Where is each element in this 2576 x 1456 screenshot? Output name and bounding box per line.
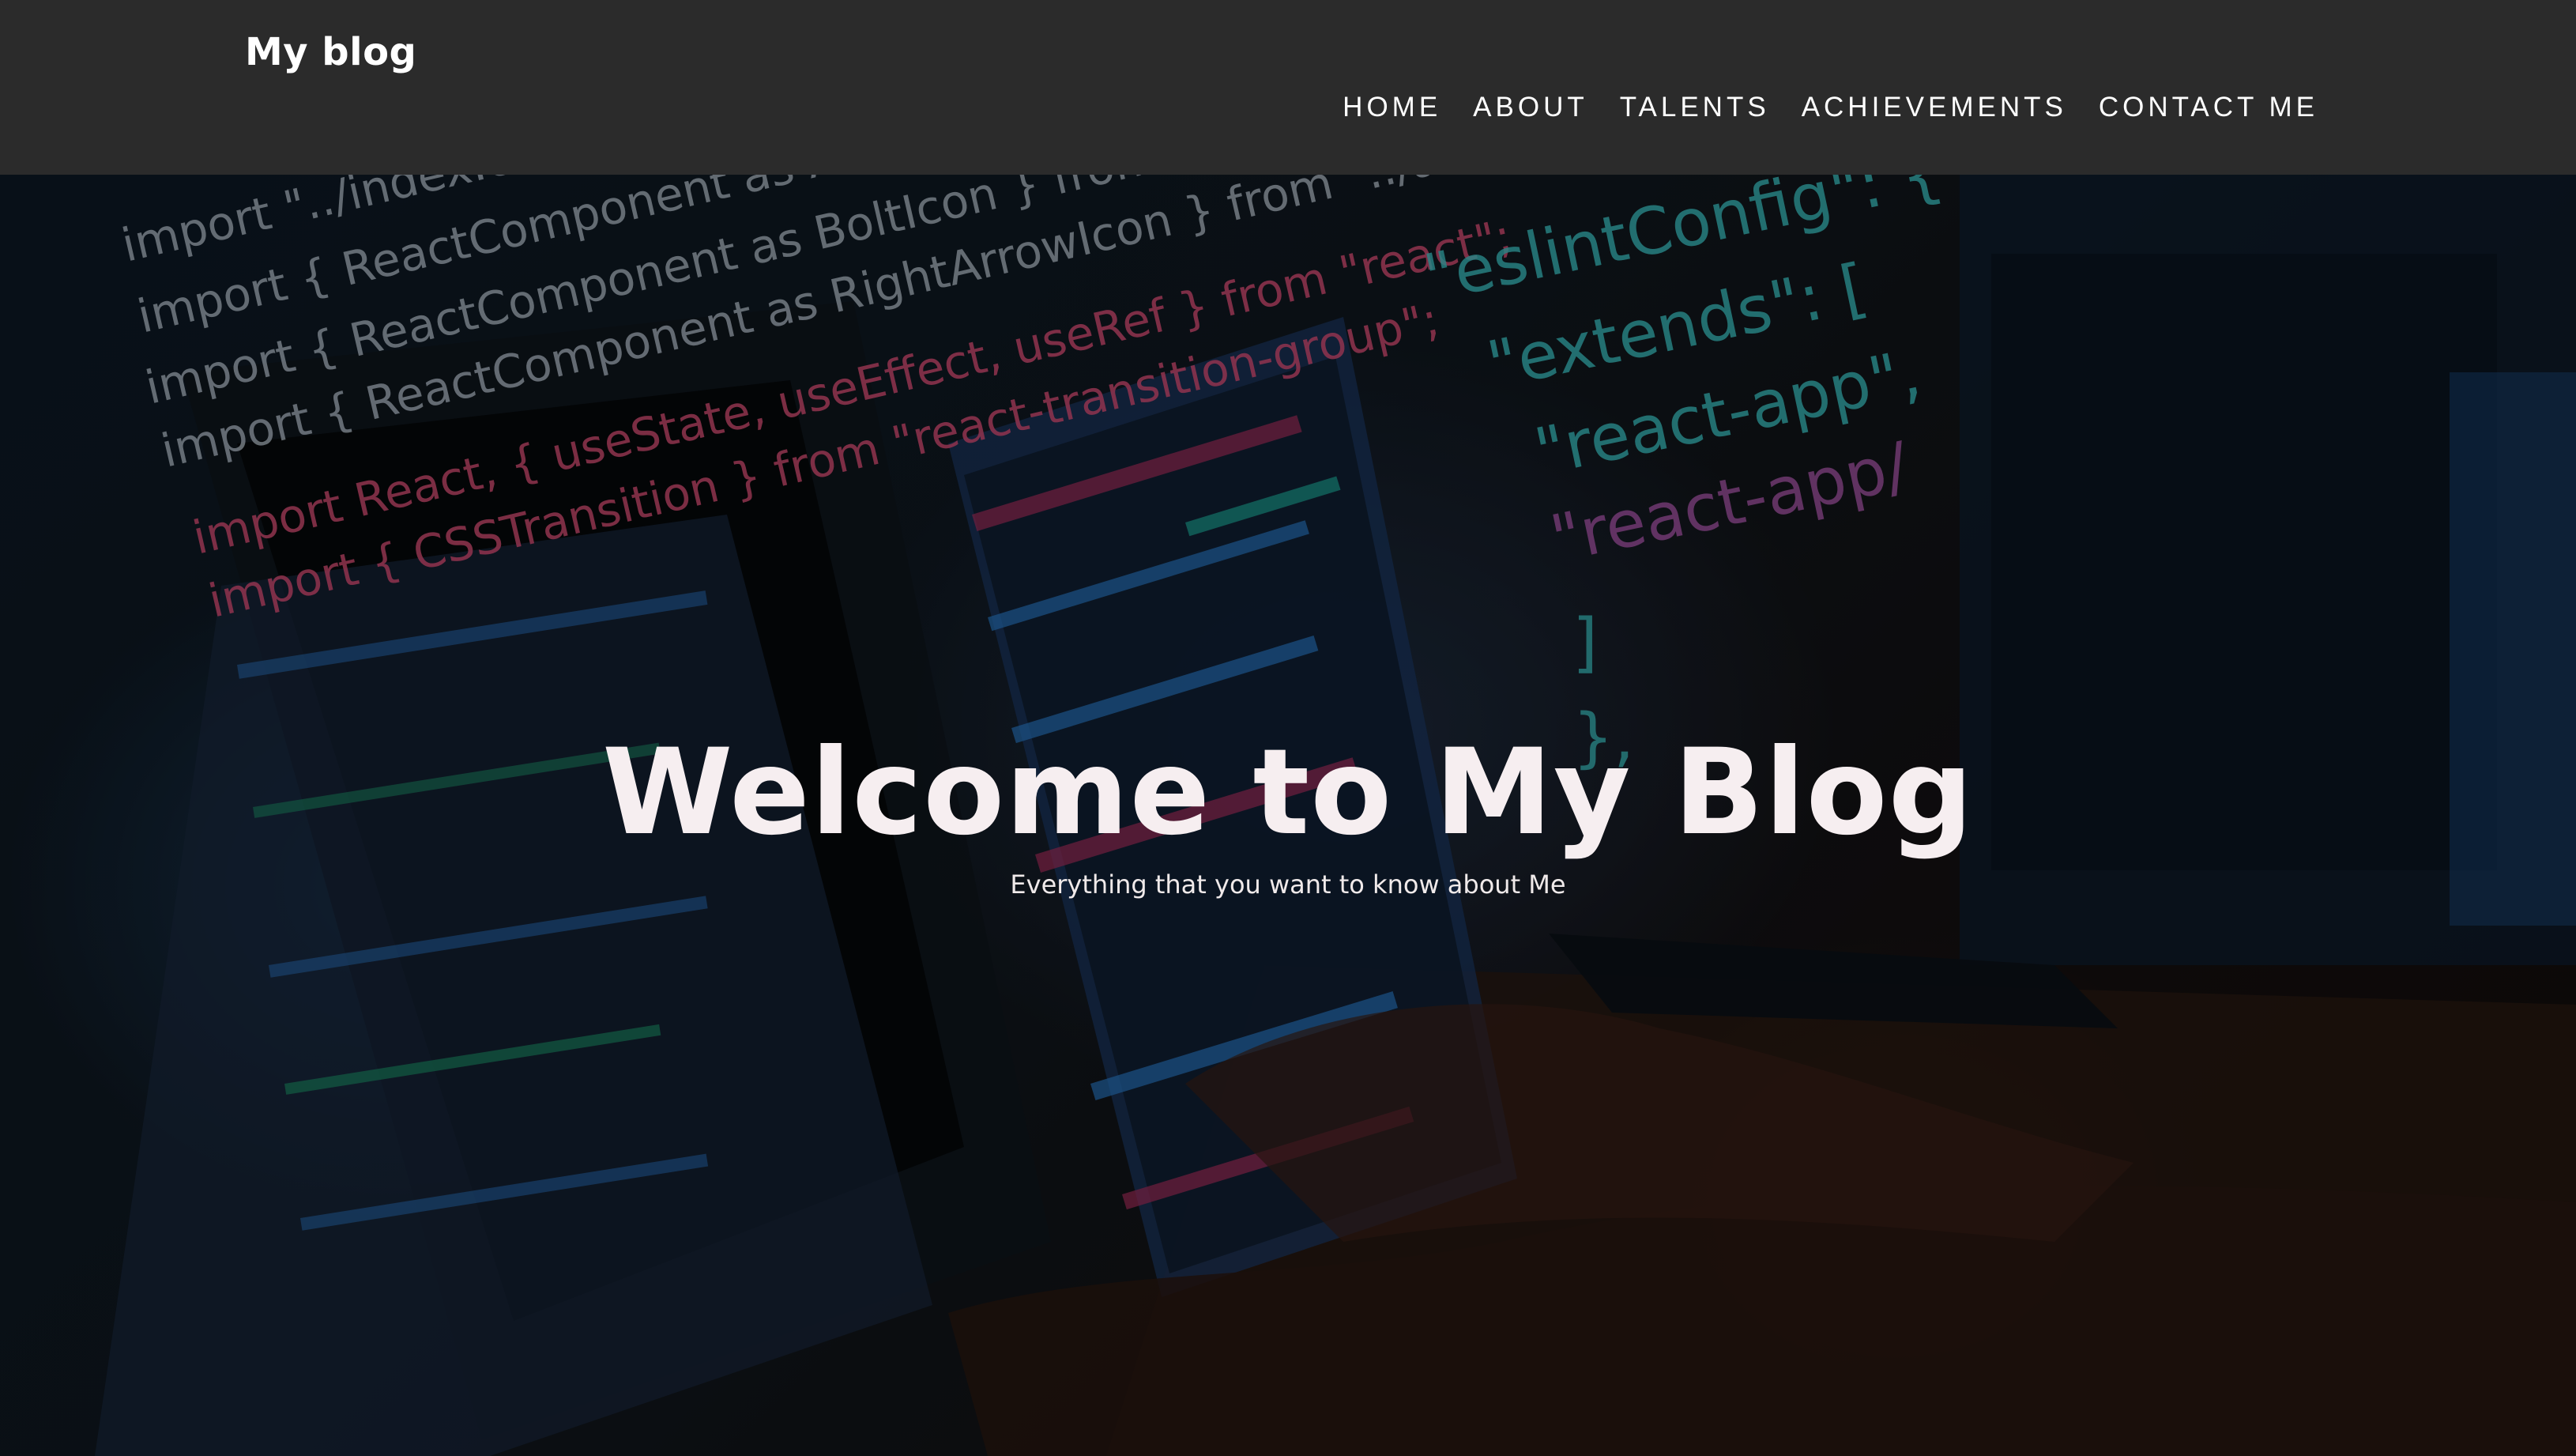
hero-subtitle: Everything that you want to know about M…	[1010, 869, 1566, 900]
hero-content: Welcome to My Blog Everything that you w…	[0, 728, 2576, 900]
brand-logo[interactable]: My blog	[245, 30, 416, 74]
nav-links: HOME ABOUT TALENTS ACHIEVEMENTS CONTACT …	[1311, 92, 2318, 123]
nav-link-achievements[interactable]: ACHIEVEMENTS	[1802, 92, 2067, 123]
nav-link-talents[interactable]: TALENTS	[1620, 92, 1770, 123]
nav-link-contact[interactable]: CONTACT ME	[2099, 92, 2318, 123]
hero-title: Welcome to My Blog	[602, 724, 1974, 862]
nav-link-about[interactable]: ABOUT	[1473, 92, 1588, 123]
hero-section: import "../index.css"; import { ReactCom…	[0, 175, 2576, 1456]
nav-link-home[interactable]: HOME	[1343, 92, 1441, 123]
navbar: My blog HOME ABOUT TALENTS ACHIEVEMENTS …	[0, 0, 2576, 175]
